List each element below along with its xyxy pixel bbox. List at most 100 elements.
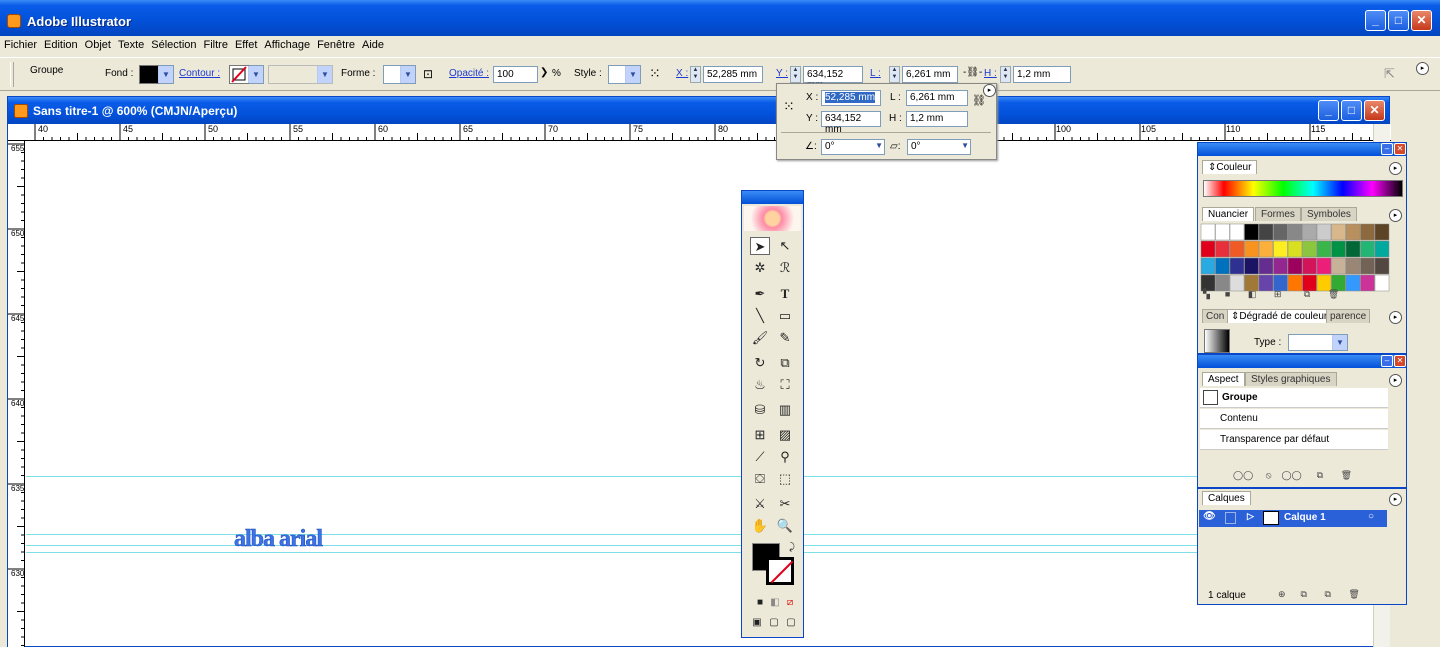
- rotate-angle-field[interactable]: 0° ▼: [821, 139, 885, 155]
- hand-tool-icon[interactable]: ✋: [750, 517, 770, 535]
- doc-close-button[interactable]: ✕: [1364, 100, 1385, 121]
- panel-titlebar[interactable]: – ✕: [1198, 143, 1406, 156]
- control-menu-icon[interactable]: ▸: [1416, 62, 1429, 75]
- tab-degrade[interactable]: ⇕Dégradé de couleurs: [1227, 309, 1337, 323]
- target-circle-icon[interactable]: ○: [1368, 511, 1374, 522]
- guide-line[interactable]: [26, 545, 1206, 546]
- canvas-text-object[interactable]: alba arial: [234, 526, 324, 553]
- menu-edition[interactable]: Edition: [40, 36, 81, 51]
- type-tool-icon[interactable]: T: [775, 285, 795, 303]
- horizontal-ruler[interactable]: 40 45 50 55 60 65 70 75 80 100 105 110 1…: [8, 124, 1391, 141]
- none-mode-icon[interactable]: ⧄: [780, 594, 800, 612]
- panel-minimize-button[interactable]: –: [1381, 143, 1393, 155]
- aspect-row-transparence[interactable]: Transparence par défaut: [1200, 430, 1388, 450]
- popup-width-field[interactable]: 6,261 mm: [906, 90, 968, 106]
- panel-menu-icon[interactable]: ▸: [1389, 493, 1402, 506]
- stroke-label[interactable]: Contour :: [179, 68, 220, 79]
- x-spinner-icon[interactable]: ▲ ▼: [690, 66, 701, 83]
- y-field[interactable]: 634,152 mm: [803, 66, 863, 91]
- width-label[interactable]: L :: [870, 68, 881, 79]
- graph-tool-icon[interactable]: ▥: [775, 401, 795, 419]
- rectangle-tool-icon[interactable]: ▭: [775, 307, 795, 325]
- menu-selection[interactable]: Sélection: [147, 36, 199, 51]
- paintbrush-tool-icon[interactable]: 🖌: [750, 329, 770, 347]
- height-spinner-icon[interactable]: ▲ ▼: [1000, 66, 1011, 83]
- menu-fenetre[interactable]: Fenêtre: [313, 36, 358, 51]
- scissors-tool-icon[interactable]: ✂: [775, 495, 795, 513]
- layer-row-calque-1[interactable]: 👁 ▷ Calque 1 ○: [1199, 510, 1387, 527]
- measure-tool-icon[interactable]: ⚲: [775, 448, 795, 466]
- aspect-row-contenu[interactable]: Contenu: [1200, 409, 1388, 429]
- constrain-link-icon[interactable]: -⛓-: [963, 67, 982, 78]
- style-dropdown[interactable]: ▼: [608, 65, 641, 84]
- opacity-label[interactable]: Opacité :: [449, 68, 489, 79]
- height-field[interactable]: 1,2 mm: [1013, 66, 1071, 83]
- panel-close-button[interactable]: ✕: [1394, 143, 1406, 155]
- gradient-type-dropdown[interactable]: ▼: [1288, 334, 1348, 351]
- constrain-link-icon[interactable]: ⛓: [972, 94, 986, 107]
- swatch-footer-icons[interactable]: ▚ ■ ◧ ⊞ ⧉ 🗑: [1203, 289, 1393, 302]
- eye-visibility-icon[interactable]: 👁: [1203, 511, 1216, 522]
- menu-affichage[interactable]: Affichage: [260, 36, 313, 51]
- popup-y-field[interactable]: 634,152 mm: [821, 111, 881, 135]
- vertical-ruler[interactable]: 655 650 645 640 635 630: [8, 141, 25, 647]
- tab-calques[interactable]: Calques: [1202, 491, 1251, 505]
- panel-menu-icon[interactable]: ▸: [1389, 374, 1402, 387]
- close-button[interactable]: ✕: [1411, 10, 1432, 31]
- shape-dropdown[interactable]: ▼: [383, 65, 416, 84]
- y-label[interactable]: Y :: [776, 68, 788, 79]
- shear-angle-field[interactable]: 0° ▼: [907, 139, 971, 155]
- layers-footer-icons[interactable]: ⊕ ⧉ ⧉ 🗑: [1278, 589, 1360, 600]
- bridge-icon[interactable]: ⇱: [1384, 66, 1395, 82]
- menu-texte[interactable]: Texte: [114, 36, 147, 51]
- live-paint-tool-icon[interactable]: ⛋: [750, 470, 770, 488]
- tab-contour[interactable]: Con: [1202, 309, 1229, 323]
- fill-swatch[interactable]: [139, 65, 159, 84]
- gradient-tool-icon[interactable]: ▨: [775, 426, 795, 444]
- fill-dropdown[interactable]: ▼: [158, 65, 174, 84]
- live-paint-selection-tool-icon[interactable]: ⬚: [775, 470, 795, 488]
- popup-height-field[interactable]: 1,2 mm: [906, 111, 968, 127]
- width-spinner-icon[interactable]: ▲ ▼: [889, 66, 900, 83]
- panel-titlebar[interactable]: – ✕: [1198, 355, 1406, 368]
- y-spinner-icon[interactable]: ▲ ▼: [790, 66, 801, 83]
- tab-nuancier[interactable]: Nuancier: [1202, 207, 1255, 221]
- height-label[interactable]: H :: [984, 68, 997, 79]
- screen-mode-full-icon[interactable]: ▢: [781, 614, 801, 632]
- tab-styles-graphiques[interactable]: Styles graphiques: [1245, 372, 1337, 386]
- direct-selection-tool-icon[interactable]: ↖: [775, 237, 795, 255]
- menu-objet[interactable]: Objet: [81, 36, 114, 51]
- toolbar-grip[interactable]: [10, 62, 14, 87]
- magic-wand-tool-icon[interactable]: ✲: [750, 259, 770, 277]
- width-field[interactable]: 6,261 mm: [902, 66, 958, 83]
- tools-titlebar[interactable]: [742, 191, 803, 204]
- tab-transparence[interactable]: parence: [1326, 309, 1371, 323]
- opacity-arrow-icon[interactable]: ❯: [540, 67, 548, 78]
- reference-point-icon[interactable]: ⁙: [783, 98, 795, 115]
- zoom-tool-icon[interactable]: 🔍: [775, 517, 795, 535]
- pencil-tool-icon[interactable]: ✎: [775, 329, 795, 347]
- tab-couleur[interactable]: ⇕Couleur: [1202, 160, 1258, 174]
- x-label[interactable]: X :: [676, 68, 688, 79]
- maximize-button[interactable]: □: [1388, 10, 1409, 31]
- panel-menu-icon[interactable]: ▸: [1389, 162, 1402, 175]
- selection-tool-icon[interactable]: ➤: [750, 237, 770, 255]
- stroke-weight-dropdown[interactable]: ▼: [268, 65, 333, 84]
- warp-tool-icon[interactable]: ♨: [750, 376, 770, 394]
- tab-symboles[interactable]: Symboles: [1301, 207, 1357, 221]
- doc-minimize-button[interactable]: _: [1318, 100, 1339, 121]
- line-tool-icon[interactable]: ╲: [750, 307, 770, 325]
- tab-formes[interactable]: Formes: [1255, 207, 1301, 221]
- free-transform-tool-icon[interactable]: ⛶: [775, 376, 795, 394]
- gradient-preview[interactable]: [1204, 329, 1230, 353]
- guide-line[interactable]: [26, 534, 1206, 535]
- guide-line[interactable]: [26, 552, 1206, 553]
- menu-fichier[interactable]: Fichier: [0, 36, 40, 51]
- minimize-button[interactable]: _: [1365, 10, 1386, 31]
- swap-colors-icon[interactable]: ⤸: [782, 539, 802, 557]
- symbol-sprayer-tool-icon[interactable]: ⛁: [750, 401, 770, 419]
- lock-toggle[interactable]: [1225, 512, 1236, 524]
- expand-triangle-icon[interactable]: ▷: [1247, 511, 1254, 522]
- mesh-tool-icon[interactable]: ⊞: [750, 426, 770, 444]
- eyedropper-tool-icon[interactable]: ⟋: [750, 448, 770, 466]
